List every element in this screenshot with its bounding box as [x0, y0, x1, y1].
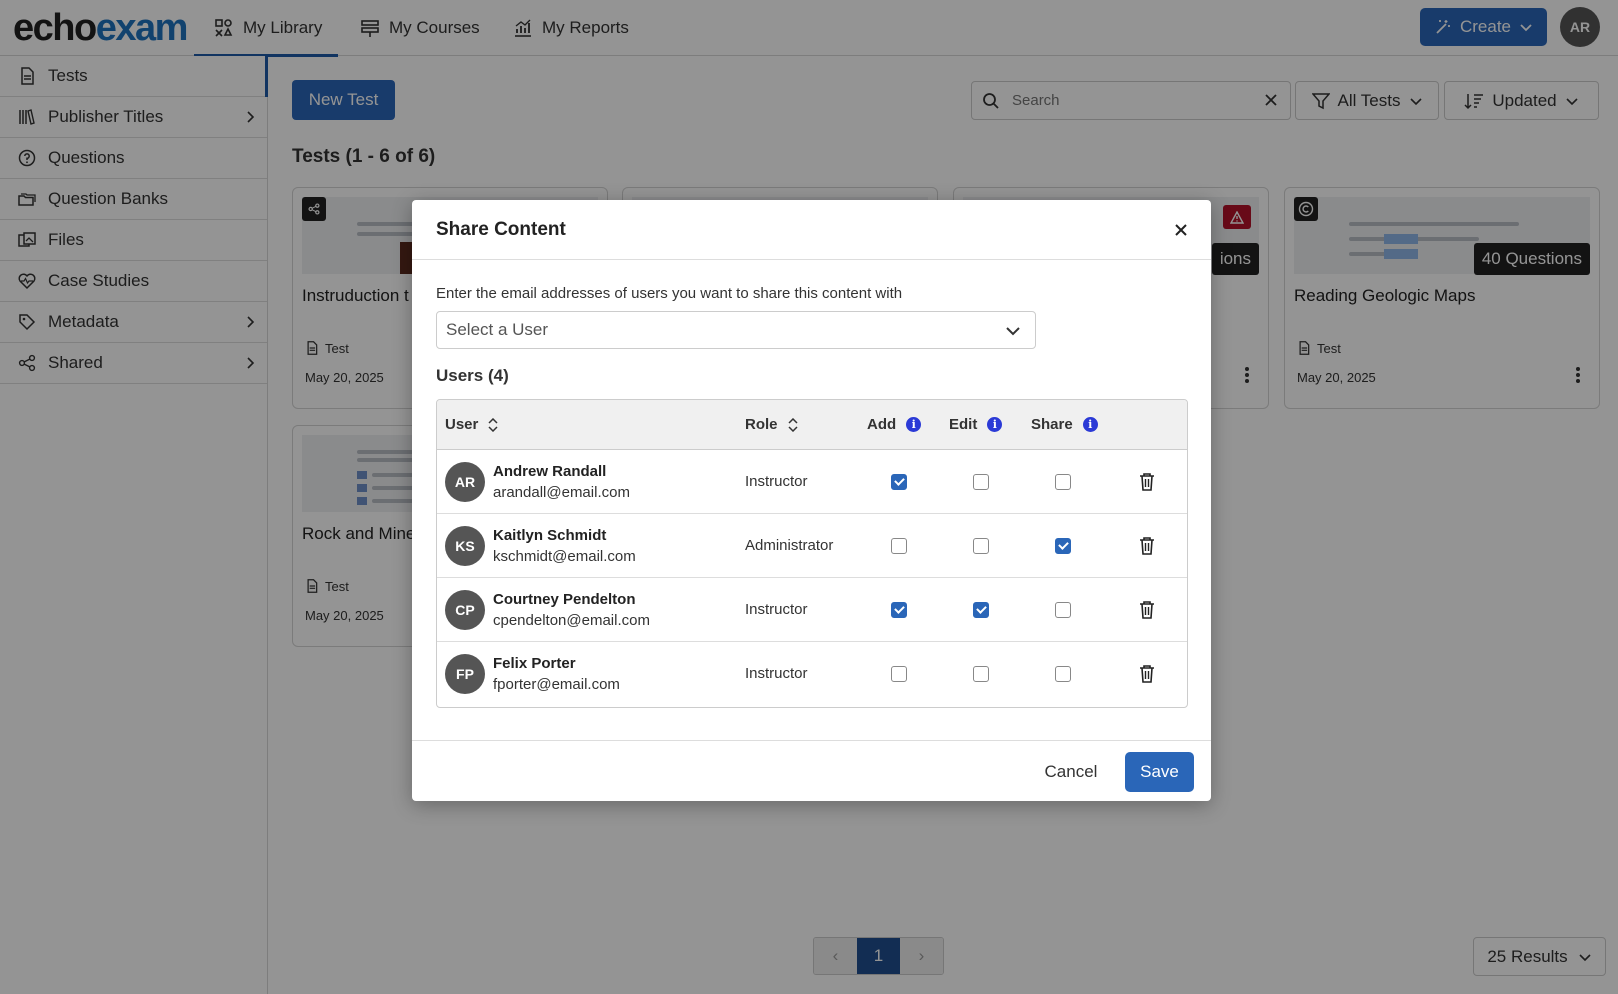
table-row: KS Kaitlyn Schmidt kschmidt@email.com Ad…	[437, 514, 1187, 578]
user-name: Andrew Randall	[493, 463, 607, 480]
add-checkbox[interactable]	[891, 602, 907, 618]
sort-icon	[488, 417, 498, 432]
avatar: FP	[445, 654, 485, 694]
share-checkbox[interactable]	[1055, 474, 1071, 490]
user-role: Instructor	[745, 601, 808, 618]
modal-header: Share Content	[412, 200, 1211, 260]
avatar: AR	[445, 462, 485, 502]
user-email: fporter@email.com	[493, 676, 620, 693]
add-checkbox[interactable]	[891, 538, 907, 554]
trash-icon[interactable]	[1139, 664, 1155, 683]
share-checkbox[interactable]	[1055, 602, 1071, 618]
info-icon[interactable]: i	[987, 417, 1003, 432]
close-icon[interactable]	[1171, 220, 1191, 240]
user-name: Felix Porter	[493, 655, 576, 672]
edit-checkbox[interactable]	[973, 474, 989, 490]
table-header: User Role Add i Edit i Share i	[437, 400, 1187, 450]
edit-checkbox[interactable]	[973, 538, 989, 554]
save-button[interactable]: Save	[1125, 752, 1194, 792]
user-name: Kaitlyn Schmidt	[493, 527, 607, 544]
edit-checkbox[interactable]	[973, 666, 989, 682]
users-table: User Role Add i Edit i Share i AR Andrew	[436, 399, 1188, 708]
trash-icon[interactable]	[1139, 472, 1155, 491]
column-add: Add i	[867, 416, 922, 433]
column-edit: Edit i	[949, 416, 1003, 433]
column-user[interactable]: User	[445, 416, 498, 433]
info-icon[interactable]: i	[906, 417, 922, 432]
cancel-button[interactable]: Cancel	[1041, 752, 1101, 792]
edit-checkbox[interactable]	[973, 602, 989, 618]
modal-footer: Cancel Save	[412, 740, 1211, 801]
avatar: KS	[445, 526, 485, 566]
sort-icon	[787, 417, 798, 432]
share-prompt: Enter the email addresses of users you w…	[436, 285, 903, 302]
share-checkbox[interactable]	[1055, 666, 1071, 682]
user-email: cpendelton@email.com	[493, 612, 650, 629]
share-content-modal: Share Content Enter the email addresses …	[412, 200, 1211, 801]
users-count: Users (4)	[436, 366, 509, 385]
user-email: kschmidt@email.com	[493, 548, 636, 565]
add-checkbox[interactable]	[891, 666, 907, 682]
avatar: CP	[445, 590, 485, 630]
user-role: Administrator	[745, 537, 834, 554]
add-checkbox[interactable]	[891, 474, 907, 490]
trash-icon[interactable]	[1139, 600, 1155, 619]
table-row: CP Courtney Pendelton cpendelton@email.c…	[437, 578, 1187, 642]
share-checkbox[interactable]	[1055, 538, 1071, 554]
user-email: arandall@email.com	[493, 484, 630, 501]
trash-icon[interactable]	[1139, 536, 1155, 555]
select-placeholder: Select a User	[446, 320, 549, 339]
column-role[interactable]: Role	[745, 416, 798, 433]
column-share: Share i	[1031, 416, 1098, 433]
table-row: AR Andrew Randall arandall@email.com Ins…	[437, 450, 1187, 514]
user-role: Instructor	[745, 665, 808, 682]
select-user-dropdown[interactable]: Select a User	[436, 311, 1036, 349]
table-row: FP Felix Porter fporter@email.com Instru…	[437, 642, 1187, 706]
info-icon[interactable]: i	[1082, 417, 1098, 432]
user-role: Instructor	[745, 473, 808, 490]
chevron-down-icon	[1006, 327, 1020, 336]
modal-title: Share Content	[436, 218, 566, 240]
user-name: Courtney Pendelton	[493, 591, 636, 608]
